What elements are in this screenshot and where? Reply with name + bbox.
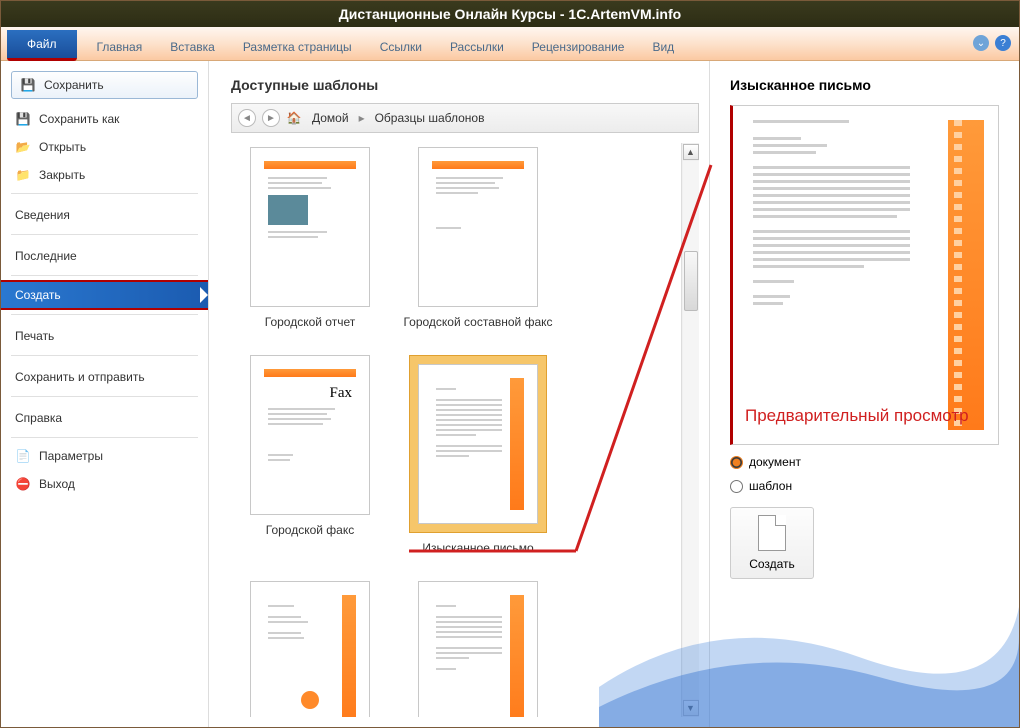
scroll-up-button[interactable]: ▲ xyxy=(683,144,699,160)
template-equity-letter[interactable]: Изысканное письмо xyxy=(403,355,553,555)
chevron-right-icon: ▸ xyxy=(359,111,365,125)
breadcrumb-samples[interactable]: Образцы шаблонов xyxy=(371,111,489,125)
template-label: Городской составной факс xyxy=(403,315,552,329)
radio-template-label: шаблон xyxy=(749,479,792,493)
radio-template[interactable]: шаблон xyxy=(730,479,999,493)
ribbon-tabs: Файл Главная Вставка Разметка страницы С… xyxy=(1,27,1019,61)
tab-page-layout[interactable]: Разметка страницы xyxy=(229,34,366,60)
divider xyxy=(11,396,198,397)
preview-panel: Изысканное письмо xyxy=(709,61,1019,727)
preview-document xyxy=(753,120,984,430)
nav-info[interactable]: Сведения xyxy=(1,198,208,230)
divider xyxy=(11,234,198,235)
divider xyxy=(11,275,198,276)
divider xyxy=(11,437,198,438)
nav-create[interactable]: Создать xyxy=(1,280,208,310)
nav-help[interactable]: Справка xyxy=(1,401,208,433)
scroll-thumb[interactable] xyxy=(684,251,698,311)
window-title: Дистанционные Онлайн Курсы - 1C.ArtemVM.… xyxy=(339,6,681,22)
nav-open[interactable]: 📂 Открыть xyxy=(1,133,208,161)
fax-word: Fax xyxy=(268,385,352,402)
preview-box: Предварительный просмотр xyxy=(730,105,999,445)
minimize-ribbon-button[interactable]: ⌄ xyxy=(973,35,989,51)
template-city-merge-fax[interactable]: Городской составной факс xyxy=(403,147,553,329)
nav-save-send[interactable]: Сохранить и отправить xyxy=(1,360,208,392)
nav-exit-label: Выход xyxy=(39,477,75,491)
orange-stripe-icon xyxy=(948,120,984,430)
tab-review[interactable]: Рецензирование xyxy=(518,34,639,60)
help-button[interactable]: ? xyxy=(995,35,1011,51)
template-equity-merge-letter[interactable]: Изысканное составное письмо xyxy=(403,581,553,717)
preview-title: Изысканное письмо xyxy=(730,77,999,93)
tab-references[interactable]: Ссылки xyxy=(366,34,436,60)
nav-open-label: Открыть xyxy=(39,140,86,154)
backstage-content: 💾 Сохранить 💾 Сохранить как 📂 Открыть 📁 … xyxy=(1,61,1019,727)
create-button-label: Создать xyxy=(749,557,795,571)
document-icon xyxy=(758,515,786,551)
radio-template-input[interactable] xyxy=(730,480,743,493)
nav-exit[interactable]: ⛔ Выход xyxy=(1,470,208,498)
templates-heading: Доступные шаблоны xyxy=(231,77,699,93)
nav-create-label: Создать xyxy=(15,288,61,302)
radio-document[interactable]: документ xyxy=(730,455,999,469)
radio-document-input[interactable] xyxy=(730,456,743,469)
exit-icon: ⛔ xyxy=(15,476,31,492)
breadcrumb-bar: ◄ ► 🏠 Домой ▸ Образцы шаблонов xyxy=(231,103,699,133)
template-city-fax[interactable]: Fax Городской факс xyxy=(235,355,385,555)
nav-close[interactable]: 📁 Закрыть xyxy=(1,161,208,189)
save-as-icon: 💾 xyxy=(15,111,31,127)
divider xyxy=(11,193,198,194)
breadcrumb-home[interactable]: Домой xyxy=(308,111,353,125)
tab-mailings[interactable]: Рассылки xyxy=(436,34,518,60)
nav-print[interactable]: Печать xyxy=(1,319,208,351)
tab-insert[interactable]: Вставка xyxy=(156,34,229,60)
template-equity-resume[interactable]: Изысканное резюме xyxy=(235,581,385,717)
divider xyxy=(11,355,198,356)
create-button[interactable]: Создать xyxy=(730,507,814,579)
nav-save[interactable]: 💾 Сохранить xyxy=(11,71,198,99)
nav-save-label: Сохранить xyxy=(44,78,104,92)
backstage-nav: 💾 Сохранить 💾 Сохранить как 📂 Открыть 📁 … xyxy=(1,61,209,727)
nav-back-button[interactable]: ◄ xyxy=(238,109,256,127)
divider xyxy=(11,314,198,315)
options-icon: 📄 xyxy=(15,448,31,464)
tab-file[interactable]: Файл xyxy=(7,30,77,61)
template-label: Городской факс xyxy=(266,523,354,537)
templates-grid: Городской отчет xyxy=(231,143,681,717)
template-city-report[interactable]: Городской отчет xyxy=(235,147,385,329)
home-icon[interactable]: 🏠 xyxy=(286,110,302,126)
preview-annotation: Предварительный просмотр xyxy=(745,406,969,426)
nav-save-as-label: Сохранить как xyxy=(39,112,119,126)
scroll-track[interactable] xyxy=(683,161,699,699)
template-label: Изысканное письмо xyxy=(422,541,533,555)
templates-panel: Доступные шаблоны ◄ ► 🏠 Домой ▸ Образцы … xyxy=(209,61,709,727)
tab-home[interactable]: Главная xyxy=(83,34,157,60)
save-icon: 💾 xyxy=(20,77,36,93)
nav-close-label: Закрыть xyxy=(39,168,85,182)
scrollbar: ▲ ▼ xyxy=(681,143,699,717)
scroll-down-button[interactable]: ▼ xyxy=(683,700,699,716)
template-label: Городской отчет xyxy=(265,315,355,329)
nav-recent[interactable]: Последние xyxy=(1,239,208,271)
nav-options[interactable]: 📄 Параметры xyxy=(1,442,208,470)
nav-save-as[interactable]: 💾 Сохранить как xyxy=(1,105,208,133)
titlebar: Дистанционные Онлайн Курсы - 1C.ArtemVM.… xyxy=(1,1,1019,27)
nav-forward-button[interactable]: ► xyxy=(262,109,280,127)
tab-view[interactable]: Вид xyxy=(638,34,688,60)
nav-options-label: Параметры xyxy=(39,449,103,463)
folder-open-icon: 📂 xyxy=(15,139,31,155)
radio-document-label: документ xyxy=(749,455,801,469)
app-window: Дистанционные Онлайн Курсы - 1C.ArtemVM.… xyxy=(0,0,1020,728)
folder-icon: 📁 xyxy=(15,167,31,183)
